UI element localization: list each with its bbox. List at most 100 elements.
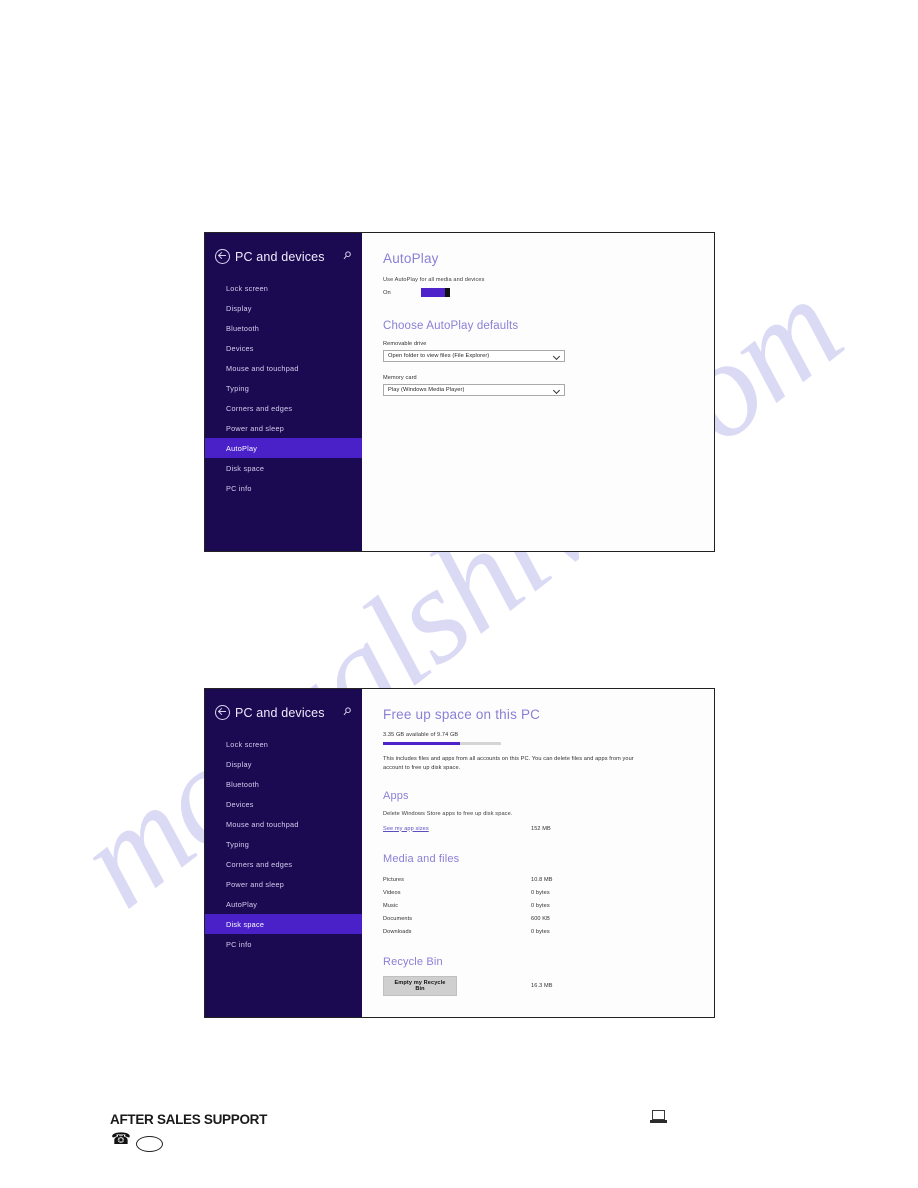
media-and-files-heading: Media and files	[383, 853, 460, 865]
disk-space-content-pane: Free up space on this PC 3.35 GB availab…	[362, 689, 714, 1017]
autoplay-toggle-switch[interactable]	[421, 288, 450, 297]
sidebar-item-bluetooth[interactable]: Bluetooth	[205, 774, 362, 794]
settings-nav-pane: PC and devices Lock screen Display Bluet…	[205, 233, 362, 551]
sidebar-item-label: Lock screen	[226, 739, 269, 749]
sidebar-item-label: Typing	[226, 383, 249, 393]
sidebar-item-mouse-and-touchpad[interactable]: Mouse and touchpad	[205, 358, 362, 378]
sidebar-item-label: PC info	[226, 483, 252, 493]
sidebar-item-disk-space[interactable]: Disk space	[205, 458, 362, 478]
toggle-thumb	[445, 288, 450, 297]
disk-usage-progress-fill	[383, 742, 460, 745]
nav-item-list: Lock screen Display Bluetooth Devices Mo…	[205, 278, 362, 498]
app-sizes-value: 152 MB	[531, 825, 551, 832]
empty-recycle-bin-button[interactable]: Empty my Recycle Bin	[383, 976, 457, 996]
apps-description: Delete Windows Store apps to free up dis…	[383, 811, 513, 817]
table-row: Downloads 0 bytes	[383, 925, 653, 938]
memory-card-label: Memory card	[383, 375, 417, 381]
sidebar-item-devices[interactable]: Devices	[205, 794, 362, 814]
sidebar-item-lock-screen[interactable]: Lock screen	[205, 734, 362, 754]
page-footer: AFTER SALES SUPPORT ☎	[0, 1100, 918, 1170]
sidebar-item-devices[interactable]: Devices	[205, 338, 362, 358]
sidebar-item-typing[interactable]: Typing	[205, 834, 362, 854]
back-arrow-icon[interactable]	[215, 705, 230, 720]
media-row-label: Music	[383, 902, 399, 909]
see-my-app-sizes-link[interactable]: See my app sizes	[383, 826, 531, 832]
sidebar-item-pc-info[interactable]: PC info	[205, 934, 362, 954]
sidebar-item-label: Typing	[226, 839, 249, 849]
removable-drive-label: Removable drive	[383, 341, 427, 347]
sidebar-item-corners-and-edges[interactable]: Corners and edges	[205, 854, 362, 874]
laptop-icon	[650, 1110, 667, 1125]
sidebar-item-power-and-sleep[interactable]: Power and sleep	[205, 874, 362, 894]
sidebar-item-lock-screen[interactable]: Lock screen	[205, 278, 362, 298]
sidebar-item-label: Bluetooth	[226, 779, 260, 789]
sidebar-item-bluetooth[interactable]: Bluetooth	[205, 318, 362, 338]
media-row-label: Documents	[383, 915, 413, 922]
sidebar-item-label: Bluetooth	[226, 323, 260, 333]
recycle-bin-row: Empty my Recycle Bin 16.3 MB	[383, 976, 653, 996]
sidebar-item-label: Lock screen	[226, 283, 269, 293]
page-title: Free up space on this PC	[383, 707, 541, 722]
sidebar-item-display[interactable]: Display	[205, 298, 362, 318]
sidebar-item-power-and-sleep[interactable]: Power and sleep	[205, 418, 362, 438]
laptop-base-part	[650, 1120, 667, 1123]
sidebar-item-label: Power and sleep	[226, 423, 285, 433]
media-row-value: 0 bytes	[531, 889, 550, 896]
autoplay-content-pane: AutoPlay Use AutoPlay for all media and …	[362, 233, 714, 551]
table-row: Pictures 10.8 MB	[383, 873, 653, 886]
autoplay-toggle-caption: Use AutoPlay for all media and devices	[383, 277, 485, 283]
oval-outline-icon	[136, 1136, 163, 1152]
sidebar-item-autoplay[interactable]: AutoPlay	[205, 894, 362, 914]
sidebar-item-mouse-and-touchpad[interactable]: Mouse and touchpad	[205, 814, 362, 834]
media-row-label: Downloads	[383, 928, 412, 935]
search-icon[interactable]	[343, 707, 352, 716]
settings-nav-pane: PC and devices Lock screen Display Bluet…	[205, 689, 362, 1017]
nav-title: PC and devices	[235, 249, 325, 264]
media-row-label: Videos	[383, 889, 401, 896]
removable-drive-select[interactable]: Open folder to view files (File Explorer…	[383, 350, 565, 362]
sidebar-item-pc-info[interactable]: PC info	[205, 478, 362, 498]
sidebar-item-label: Mouse and touchpad	[226, 363, 299, 373]
media-row-label: Pictures	[383, 876, 405, 883]
sidebar-item-corners-and-edges[interactable]: Corners and edges	[205, 398, 362, 418]
sidebar-item-label: Devices	[226, 799, 254, 809]
autoplay-toggle-row: On	[383, 288, 714, 297]
back-arrow-icon[interactable]	[215, 249, 230, 264]
sidebar-item-disk-space[interactable]: Disk space	[205, 914, 362, 934]
media-row-value: 0 bytes	[531, 928, 550, 935]
sidebar-item-label: AutoPlay	[226, 443, 258, 453]
app-sizes-row: See my app sizes 152 MB	[383, 822, 653, 835]
media-row-value: 600 KB	[531, 915, 550, 922]
nav-header: PC and devices	[205, 233, 362, 264]
media-row-value: 0 bytes	[531, 902, 550, 909]
memory-card-select[interactable]: Play (Windows Media Player)	[383, 384, 565, 396]
screenshot-disk-space: PC and devices Lock screen Display Bluet…	[204, 688, 715, 1018]
sidebar-item-label: Disk space	[226, 463, 265, 473]
page-title: AutoPlay	[383, 251, 439, 266]
recycle-bin-heading: Recycle Bin	[383, 956, 443, 968]
sidebar-item-typing[interactable]: Typing	[205, 378, 362, 398]
search-icon[interactable]	[343, 251, 352, 260]
sidebar-item-label: PC info	[226, 939, 252, 949]
disk-space-description: This includes files and apps from all ac…	[383, 756, 634, 771]
nav-header: PC and devices	[205, 689, 362, 720]
chevron-down-icon	[553, 388, 559, 392]
sidebar-item-label: Corners and edges	[226, 859, 293, 869]
apps-section-heading: Apps	[383, 790, 409, 802]
sidebar-item-label: Devices	[226, 343, 254, 353]
sidebar-item-label: Display	[226, 759, 252, 769]
sidebar-item-label: AutoPlay	[226, 899, 258, 909]
table-row: Videos 0 bytes	[383, 886, 653, 899]
removable-drive-value: Open folder to view files (File Explorer…	[388, 353, 490, 359]
autoplay-defaults-heading: Choose AutoPlay defaults	[383, 320, 519, 332]
sidebar-item-label: Mouse and touchpad	[226, 819, 299, 829]
sidebar-item-display[interactable]: Display	[205, 754, 362, 774]
sidebar-item-label: Display	[226, 303, 252, 313]
table-row: Music 0 bytes	[383, 899, 653, 912]
nav-item-list: Lock screen Display Bluetooth Devices Mo…	[205, 734, 362, 954]
sidebar-item-label: Disk space	[226, 919, 265, 929]
sidebar-item-autoplay[interactable]: AutoPlay	[205, 438, 362, 458]
chevron-down-icon	[553, 354, 559, 358]
telephone-icon: ☎	[111, 1131, 131, 1148]
available-space-text: 3.35 GB available of 9.74 GB	[383, 732, 459, 738]
